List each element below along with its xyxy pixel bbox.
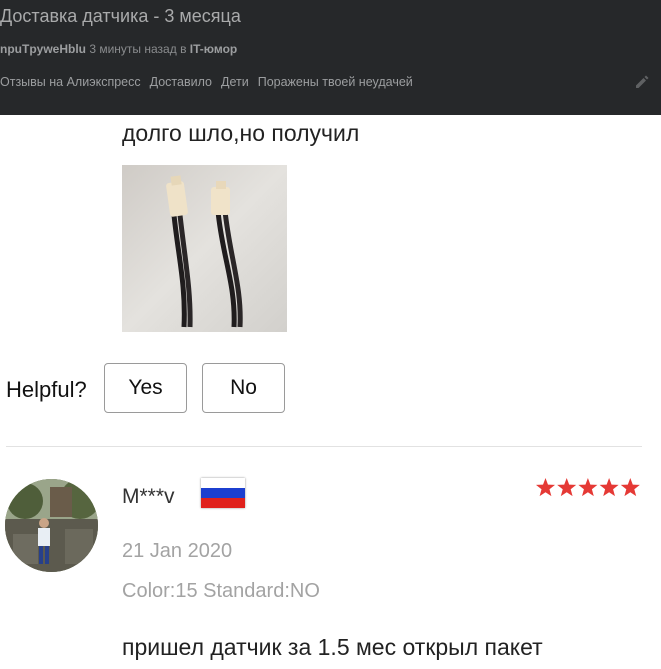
star-icon [599,478,619,497]
helpful-yes-button[interactable]: Yes [104,363,187,413]
pencil-icon[interactable] [634,74,650,90]
review-text: пришел датчик за 1.5 мес открыл пакет [122,634,543,660]
review-text: долго шло,но получил [122,120,360,146]
star-icon [535,478,556,497]
tag-item[interactable]: Дети [221,75,249,89]
post-time: 3 минуты назад в [89,42,187,56]
star-icon [620,478,640,497]
review-sku: Color:15 Standard:NO [122,580,320,602]
helpful-label: Helpful? [6,377,87,402]
tag-item[interactable]: Поражены твоей неудачей [258,75,413,89]
tag-item[interactable]: Отзывы на Алиэкспресс [0,75,141,89]
star-icon [557,478,577,497]
russia-flag-icon [201,478,245,508]
community-link[interactable]: IT-юмор [190,42,237,56]
tag-list: Отзывы на Алиэкспресс Доставило Дети Пораже… [0,75,422,89]
review-date: 21 Jan 2020 [122,540,233,562]
review-photo[interactable] [122,165,287,332]
star-icon [578,478,598,497]
star-rating [535,478,640,497]
reviewer-name: M***v [122,485,175,508]
helpful-no-button[interactable]: No [202,363,285,413]
post-title[interactable]: Доставка датчика - 3 месяца [0,6,241,27]
avatar[interactable] [5,479,98,572]
tag-item[interactable]: Доставило [150,75,212,89]
post-meta: npuTpyweHblu 3 минуты назад в IT-юмор [0,42,237,56]
divider [6,446,642,447]
author-link[interactable]: npuTpyweHblu [0,42,86,56]
post-header: Доставка датчика - 3 месяца npuTpyweHblu… [0,0,661,115]
